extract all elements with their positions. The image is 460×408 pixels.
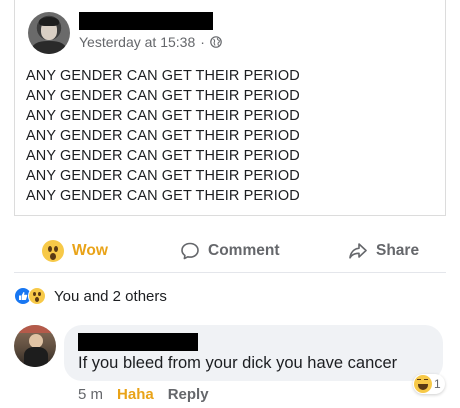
reactions-summary-text: You and 2 others bbox=[54, 287, 167, 305]
avatar-body bbox=[24, 347, 48, 367]
comment-bubble-icon bbox=[181, 242, 199, 260]
comment-bubble: If you bleed from your dick you have can… bbox=[64, 325, 443, 381]
comment-button[interactable]: Comment bbox=[180, 230, 279, 272]
avatar-head bbox=[29, 334, 43, 348]
post-line: ANY GENDER CAN GET THEIR PERIOD bbox=[26, 88, 300, 104]
avatar-hair bbox=[39, 17, 59, 26]
post-meta: Yesterday at 15:38 · bbox=[79, 34, 222, 50]
actions-divider bbox=[14, 272, 446, 273]
share-button[interactable]: Share bbox=[348, 230, 419, 272]
comment-text: If you bleed from your dick you have can… bbox=[78, 354, 398, 372]
comment-time[interactable]: 5 m bbox=[78, 386, 103, 403]
wow-reaction-button[interactable]: Wow bbox=[42, 230, 108, 272]
avatar-shirt bbox=[32, 41, 66, 54]
wow-emoji-icon bbox=[42, 240, 64, 262]
post-line: ANY GENDER CAN GET THEIR PERIOD bbox=[26, 148, 300, 164]
share-arrow-icon bbox=[349, 243, 367, 259]
post-line: ANY GENDER CAN GET THEIR PERIOD bbox=[26, 128, 300, 144]
avatar-background-stripe bbox=[14, 325, 56, 333]
post-body: ANY GENDER CAN GET THEIR PERIOD ANY GEND… bbox=[26, 66, 436, 206]
comment-haha-button[interactable]: Haha bbox=[117, 386, 154, 403]
author-avatar[interactable] bbox=[28, 12, 70, 54]
post-line: ANY GENDER CAN GET THEIR PERIOD bbox=[26, 188, 300, 204]
wow-icon bbox=[28, 287, 46, 305]
haha-count-number: 1 bbox=[434, 377, 441, 391]
comment-label: Comment bbox=[208, 242, 280, 259]
post-line: ANY GENDER CAN GET THEIR PERIOD bbox=[26, 168, 300, 184]
post-card: Yesterday at 15:38 · ANY GENDER CAN GET … bbox=[14, 0, 446, 216]
haha-icon bbox=[414, 375, 432, 393]
comment-reaction-count[interactable]: 1 bbox=[413, 374, 445, 394]
post-line: ANY GENDER CAN GET THEIR PERIOD bbox=[26, 68, 300, 84]
comment-reply-button[interactable]: Reply bbox=[168, 386, 209, 403]
post-actions-bar: Wow Comment Share bbox=[14, 230, 446, 272]
commenter-name-redaction bbox=[78, 333, 198, 351]
reaction-icons bbox=[14, 286, 52, 306]
post-timestamp[interactable]: Yesterday at 15:38 bbox=[79, 34, 195, 50]
share-label: Share bbox=[376, 242, 420, 259]
globe-icon bbox=[210, 36, 222, 48]
commenter-avatar[interactable] bbox=[14, 325, 56, 367]
meta-separator: · bbox=[200, 34, 205, 50]
wow-label: Wow bbox=[72, 242, 108, 259]
comment-meta: 5 m Haha Reply bbox=[78, 386, 209, 403]
reactions-summary[interactable]: You and 2 others bbox=[14, 285, 167, 307]
author-name-redaction bbox=[79, 12, 213, 30]
post-line: ANY GENDER CAN GET THEIR PERIOD bbox=[26, 108, 300, 124]
